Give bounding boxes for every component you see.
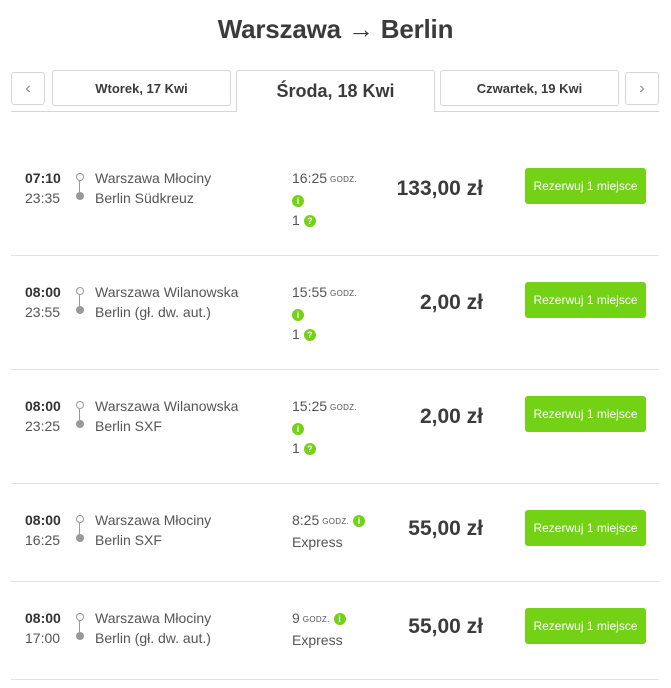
price: 133,00 zł [396, 177, 483, 200]
book-button[interactable]: Rezerwuj 1 miejsce [525, 510, 646, 546]
connection-details: 15:25 GODZ. i 1 ? [292, 396, 357, 458]
duration-value: 8:25 [292, 512, 320, 528]
arrival-station: Berlin (gł. dw. aut.) [95, 630, 211, 646]
duration-unit: GODZ. [322, 517, 350, 526]
departure-time: 08:00 [25, 512, 61, 528]
price: 55,00 zł [408, 615, 483, 638]
duration-unit: GODZ. [330, 289, 357, 298]
arrival-time: 23:55 [25, 304, 61, 320]
departure-time: 08:00 [25, 284, 61, 300]
connection-stations: Warszawa Wilanowska Berlin (gł. dw. aut.… [95, 282, 238, 322]
route-origin: Warszawa [217, 14, 341, 44]
connection-details: 9 GODZ. i Express [292, 608, 346, 650]
connection-row: 08:00 23:25 Warszawa Wilanowska Berlin S… [11, 370, 659, 484]
connection-row: 08:00 17:00 Warszawa Młociny Berlin (gł.… [11, 582, 659, 680]
duration-unit: GODZ. [330, 403, 357, 412]
duration-unit: GODZ. [330, 175, 357, 184]
connection-stations: Warszawa Młociny Berlin (gł. dw. aut.) [95, 608, 211, 648]
departure-station: Warszawa Młociny [95, 170, 212, 186]
arrival-time: 23:25 [25, 418, 61, 434]
departure-time: 07:10 [25, 170, 61, 186]
arrival-station: Berlin SXF [95, 418, 162, 434]
info-icon[interactable]: i [292, 195, 304, 208]
chevron-left-icon: ‹ [25, 79, 31, 97]
duration-value: 15:25 [292, 398, 328, 414]
arrival-station: Berlin Südkreuz [95, 190, 194, 206]
connection-details: 16:25 GODZ. i 1 ? [292, 168, 357, 230]
departure-station: Warszawa Wilanowska [95, 398, 239, 414]
help-icon[interactable]: ? [303, 443, 316, 456]
departure-station: Warszawa Młociny [95, 610, 212, 626]
help-icon[interactable]: ? [303, 329, 316, 342]
arrival-time: 23:35 [25, 190, 61, 206]
info-icon[interactable]: i [333, 613, 346, 626]
duration-value: 9 [292, 610, 300, 626]
info-icon[interactable]: i [292, 423, 304, 436]
arrival-time: 17:00 [25, 630, 61, 646]
price: 2,00 zł [419, 405, 483, 428]
price: 55,00 zł [408, 517, 483, 540]
connection-stations: Warszawa Młociny Berlin SXF [95, 510, 211, 550]
arrival-time: 16:25 [25, 532, 61, 548]
connection-times: 08:00 16:25 [25, 510, 61, 550]
duration-unit: GODZ. [302, 615, 330, 624]
page-title: Warszawa → Berlin [0, 14, 671, 45]
route-destination: Berlin [380, 14, 454, 44]
next-day-arrow-button[interactable]: › [625, 72, 659, 105]
connection-stations: Warszawa Wilanowska Berlin SXF [95, 396, 238, 436]
tab-next-day[interactable]: Czwartek, 19 Kwi [440, 70, 619, 106]
connection-stations: Warszawa Młociny Berlin Südkreuz [95, 168, 211, 208]
connection-row: 08:00 23:55 Warszawa Wilanowska Berlin (… [11, 256, 659, 370]
departure-time: 08:00 [25, 610, 61, 626]
connection-details: 15:55 GODZ. i 1 ? [292, 282, 357, 344]
tab-selected-day[interactable]: Środa, 18 Kwi [236, 70, 435, 112]
connection-row: 07:10 23:35 Warszawa Młociny Berlin Südk… [11, 141, 659, 256]
departure-station: Warszawa Młociny [95, 512, 212, 528]
help-icon[interactable]: ? [303, 215, 316, 228]
connection-type: Express [292, 632, 343, 648]
connection-details: 8:25 GODZ. i Express [292, 510, 365, 552]
book-button[interactable]: Rezerwuj 1 miejsce [525, 168, 646, 204]
tab-prev-day[interactable]: Wtorek, 17 Kwi [52, 70, 231, 106]
chevron-right-icon: › [639, 79, 645, 97]
transfers-count: 1 [292, 212, 300, 228]
connection-times: 07:10 23:35 [25, 168, 61, 208]
connection-times: 08:00 23:25 [25, 396, 61, 436]
transfers-count: 1 [292, 326, 300, 342]
arrival-station: Berlin SXF [95, 532, 162, 548]
duration-value: 16:25 [292, 170, 328, 186]
transfers-count: 1 [292, 440, 300, 456]
connection-type: Express [292, 534, 343, 550]
info-icon[interactable]: i [292, 309, 304, 322]
info-icon[interactable]: i [352, 515, 365, 528]
departure-station: Warszawa Wilanowska [95, 284, 239, 300]
book-button[interactable]: Rezerwuj 1 miejsce [525, 608, 646, 644]
arrival-station: Berlin (gł. dw. aut.) [95, 304, 211, 320]
duration-value: 15:55 [292, 284, 328, 300]
connection-times: 08:00 17:00 [25, 608, 61, 648]
route-arrow: → [347, 14, 374, 44]
price: 2,00 zł [419, 291, 483, 314]
book-button[interactable]: Rezerwuj 1 miejsce [525, 396, 646, 432]
book-button[interactable]: Rezerwuj 1 miejsce [525, 282, 646, 318]
connection-row: 08:00 16:25 Warszawa Młociny Berlin SXF … [11, 484, 659, 582]
connection-times: 08:00 23:55 [25, 282, 61, 322]
prev-day-arrow-button[interactable]: ‹ [11, 72, 45, 105]
departure-time: 08:00 [25, 398, 61, 414]
